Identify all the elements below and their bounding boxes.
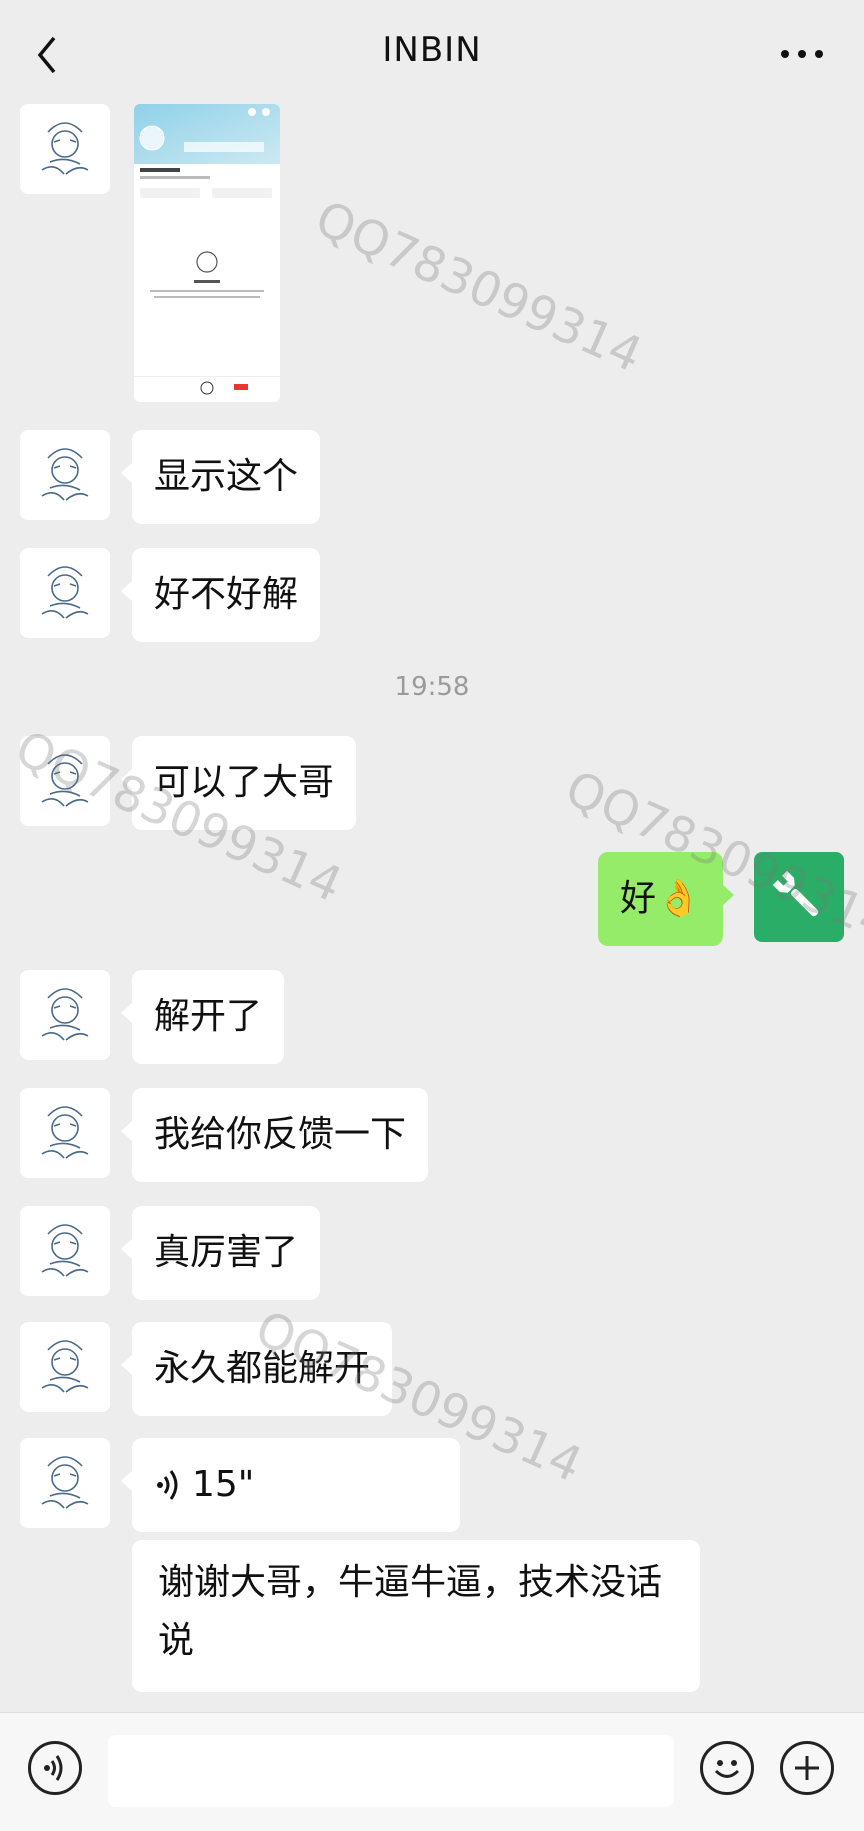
message-bubble[interactable]: 显示这个 [120, 430, 321, 524]
contact-avatar[interactable] [20, 1206, 110, 1296]
message-text: 好👌 [620, 878, 701, 919]
profile-screenshot-image [134, 104, 280, 395]
message-input[interactable] [108, 1735, 674, 1807]
message-text: 真厉害了 [154, 1232, 299, 1273]
contact-avatar[interactable] [20, 548, 110, 638]
wrench-icon [772, 870, 819, 917]
message-text: 我给你反馈一下 [154, 1114, 407, 1155]
plus-circle-icon [795, 1756, 819, 1780]
message-text: 显示这个 [154, 456, 299, 497]
image-message[interactable] [134, 104, 280, 402]
message-bubble[interactable]: 真厉害了 [120, 1206, 321, 1300]
message-bubble[interactable]: 永久都能解开 [120, 1322, 393, 1416]
add-button[interactable] [780, 1741, 834, 1795]
voice-input-button[interactable] [28, 1741, 82, 1795]
contact-avatar[interactable] [20, 430, 110, 520]
voice-duration: 15" [192, 1464, 255, 1505]
message-text: 好不好解 [154, 574, 299, 615]
more-dots-icon[interactable] [780, 48, 824, 60]
timestamp: 19:58 [394, 672, 470, 702]
chat-title: INBIN [382, 30, 482, 70]
message-bubble[interactable]: 好不好解 [120, 548, 321, 642]
emoji-button[interactable] [700, 1741, 754, 1795]
message-bubble[interactable]: 可以了大哥 [120, 736, 357, 830]
input-bar [0, 1712, 864, 1831]
emoji-face-icon [714, 1760, 740, 1778]
contact-avatar[interactable] [20, 1438, 110, 1528]
message-text: 解开了 [154, 996, 263, 1037]
contact-avatar[interactable] [20, 104, 110, 194]
message-text: 可以了大哥 [154, 762, 335, 803]
contact-avatar[interactable] [20, 1088, 110, 1178]
voice-message-bubble[interactable]: 15" [121, 1438, 460, 1532]
message-bubble[interactable]: 我给你反馈一下 [120, 1088, 429, 1182]
contact-avatar[interactable] [20, 1322, 110, 1412]
voice-icon [44, 1755, 63, 1781]
voice-transcription[interactable]: 谢谢大哥，牛逼牛逼，技术没话说 [132, 1540, 700, 1692]
contact-avatar[interactable] [20, 736, 110, 826]
self-avatar[interactable] [754, 852, 844, 942]
contact-avatar[interactable] [20, 970, 110, 1060]
message-bubble[interactable]: 解开了 [120, 970, 285, 1064]
top-bar: INBIN [0, 0, 864, 104]
message-text: 永久都能解开 [154, 1348, 371, 1389]
self-message-bubble[interactable]: 好👌 [598, 852, 734, 946]
transcription-text: 谢谢大哥，牛逼牛逼，技术没话说 [158, 1562, 663, 1661]
watermark-text: QQ783099314 [307, 190, 651, 384]
voice-wave-icon [157, 1470, 178, 1500]
